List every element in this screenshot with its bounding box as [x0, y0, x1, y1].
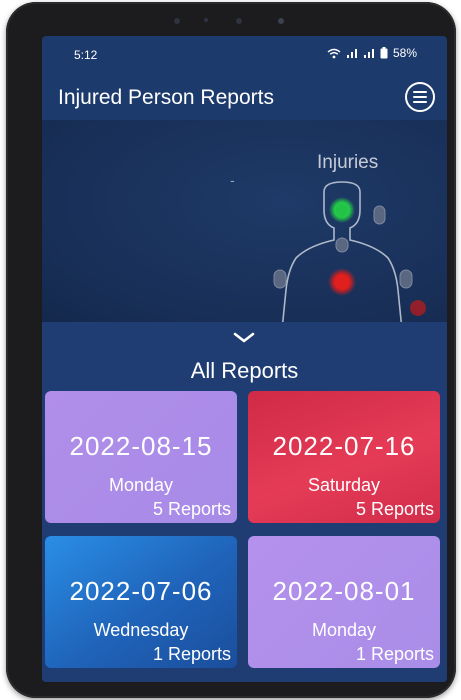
report-day: Monday	[108, 475, 174, 495]
camera-icon	[174, 18, 180, 24]
report-date: 2022-08-01	[272, 576, 416, 606]
report-count: 5 Reports	[355, 499, 434, 519]
sensor-icon	[278, 18, 284, 24]
right-shoulder-marker[interactable]	[373, 205, 386, 225]
status-time: 5:12	[74, 48, 98, 62]
status-icons: 58%	[327, 46, 417, 60]
report-day: Monday	[311, 620, 377, 640]
battery-percent: 58%	[392, 46, 417, 60]
report-card[interactable]: 2022-08-15 Monday 5 Reports	[45, 391, 237, 523]
report-card[interactable]: 2022-07-06 Wednesday 1 Reports	[45, 536, 237, 668]
sensor-icon	[236, 18, 242, 24]
injuries-panel: Injuries -	[42, 120, 447, 322]
report-card[interactable]: 2022-07-16 Saturday 5 Reports	[248, 391, 440, 523]
battery-icon	[380, 47, 388, 59]
body-diagram[interactable]	[242, 180, 442, 322]
reports-title: All Reports	[190, 358, 299, 383]
wifi-icon	[327, 48, 341, 58]
app-bar: Injured Person Reports	[42, 74, 447, 120]
neck-marker[interactable]	[335, 237, 349, 253]
tablet-frame: 5:12 58% Injured Person Reports Injuries…	[6, 2, 456, 698]
signal-icon	[363, 49, 374, 58]
app-screen: 5:12 58% Injured Person Reports Injuries…	[42, 36, 447, 682]
signal-icon	[346, 49, 357, 58]
report-count: 1 Reports	[152, 644, 231, 664]
right-arm-marker[interactable]	[399, 269, 413, 289]
report-card[interactable]: 2022-08-01 Monday 1 Reports	[248, 536, 440, 668]
injuries-dash: -	[230, 172, 235, 188]
report-date: 2022-07-06	[69, 576, 213, 606]
menu-button[interactable]	[405, 82, 435, 112]
sensor-icon	[204, 18, 208, 22]
right-hip-marker[interactable]	[410, 300, 426, 316]
report-count: 5 Reports	[152, 499, 231, 519]
report-day: Saturday	[307, 475, 381, 495]
report-date: 2022-08-15	[69, 431, 213, 461]
reports-panel: All Reports 2022-08-15 Monday 5 Reports …	[42, 322, 447, 682]
chevron-down-icon[interactable]	[232, 330, 256, 346]
menu-icon	[413, 91, 427, 103]
page-title: Injured Person Reports	[58, 86, 274, 109]
report-day: Wednesday	[93, 620, 189, 640]
report-count: 1 Reports	[355, 644, 434, 664]
injuries-title: Injuries	[317, 152, 379, 173]
left-arm-marker[interactable]	[273, 269, 287, 289]
status-bar: 5:12 58%	[42, 36, 447, 74]
report-date: 2022-07-16	[272, 431, 416, 461]
